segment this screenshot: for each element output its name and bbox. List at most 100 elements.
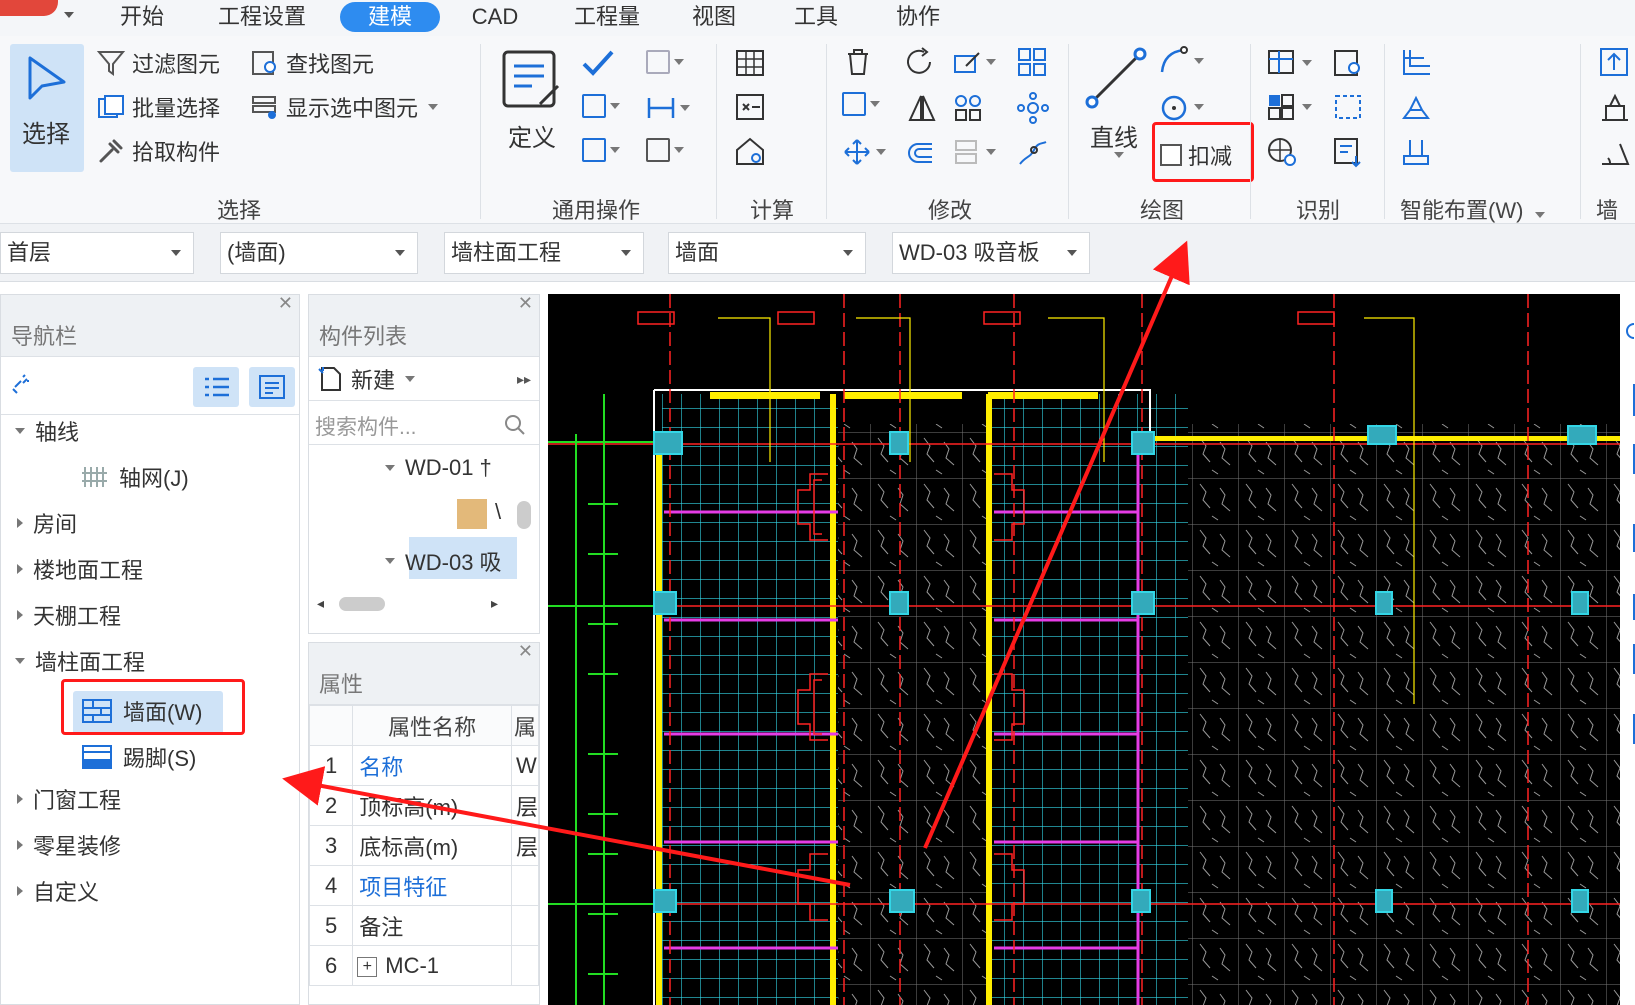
close-icon[interactable]: ✕ [278,293,293,314]
menu-collaborate[interactable]: 协作 [888,2,948,32]
menu-tools[interactable]: 工具 [786,2,846,32]
vertical-scrollbar[interactable] [517,501,531,529]
list-view-button[interactable] [193,367,239,407]
more-options-icon[interactable]: ▸▸ [513,363,535,395]
property-row[interactable]: 2 顶标高(m) 层 [309,785,539,826]
app-menu-caret-icon[interactable] [64,12,74,18]
expand-down-icon[interactable] [385,465,395,471]
rotate-icon[interactable] [904,46,938,78]
property-row-value[interactable]: 层 [510,785,539,826]
offset-curve-icon[interactable] [904,138,938,170]
mirror-button[interactable] [582,138,620,162]
tree-axis-grid[interactable]: 轴网(J) [81,461,189,493]
tree-room[interactable]: 房间 [17,507,77,539]
tree-ceiling-works[interactable]: 天棚工程 [17,599,121,631]
filter-elements-button[interactable]: 过滤图元 [96,47,220,79]
identify-export-icon[interactable] [1332,136,1366,168]
node-icon[interactable] [1016,92,1050,124]
identify-wall-button[interactable] [1266,92,1312,122]
delete-icon[interactable] [842,46,874,78]
menu-view[interactable]: 视图 [684,2,744,32]
line-button[interactable]: 直线 [1090,118,1138,153]
smart-layout-icon-2[interactable] [1400,92,1434,124]
property-row-name[interactable]: 名称 [352,745,512,786]
smart-layout-dropdown[interactable]: 智能布置(W) [1400,193,1546,225]
property-row-value[interactable] [510,945,539,986]
copy-element-button[interactable] [842,92,880,116]
tree-floor-works[interactable]: 楼地面工程 [17,553,143,585]
component-search-input[interactable]: 搜索构件... [309,403,539,445]
pin-sparkle-icon[interactable] [9,373,33,397]
component-item-wd01[interactable]: WD-01 † [385,455,492,481]
move-button[interactable] [842,138,886,166]
identify-globe-icon[interactable] [1266,136,1300,168]
calc-summary-icon[interactable] [734,92,768,124]
property-row[interactable]: 6 + MC-1 [309,945,539,986]
tree-misc-decoration[interactable]: 零星装修 [17,829,121,861]
type-dropdown[interactable]: 墙面 [668,232,866,274]
smart-layout-icon-1[interactable] [1400,46,1434,78]
floor-dropdown[interactable]: 首层 [0,232,194,274]
menu-cad[interactable]: CAD [460,2,530,32]
cad-drawing-canvas[interactable] [548,294,1620,1005]
expand-down-icon[interactable] [15,658,25,664]
arc-button[interactable] [1158,46,1204,76]
tree-door-window[interactable]: 门窗工程 [17,783,121,815]
select-region-icon[interactable] [1332,92,1366,124]
expand-plus-icon[interactable]: + [357,956,378,977]
measure-button[interactable] [646,94,690,122]
calc-table-icon[interactable] [734,48,768,80]
expand-right-icon[interactable] [17,886,23,896]
mirror-triangle-icon[interactable] [906,92,938,124]
split-icon[interactable] [952,92,984,124]
find-elements-button[interactable]: 查找图元 [250,47,374,79]
new-component-button[interactable]: 新建 [317,363,416,395]
stretch-icon[interactable] [1016,138,1050,170]
menu-quantity[interactable]: 工程量 [562,2,652,32]
component-item-wd03[interactable]: WD-03 吸 [385,545,502,577]
batch-select-button[interactable]: 批量选择 [96,91,220,123]
smart-layout-icon-3[interactable] [1400,136,1434,168]
category-dropdown[interactable]: (墙面) [220,232,418,274]
define-button[interactable]: 定义 [508,118,556,153]
identify-grid-button[interactable] [1266,48,1312,78]
property-row[interactable]: 3 底标高(m) 层 [309,825,539,866]
line-caret-icon[interactable] [1114,152,1124,158]
component-dropdown[interactable]: WD-03 吸音板 [892,232,1090,274]
close-icon[interactable]: ✕ [518,643,533,662]
search-icon[interactable] [503,413,527,437]
copy-button[interactable] [582,94,620,118]
property-row[interactable]: 4 项目特征 [309,865,539,906]
wall-top-icon[interactable] [1598,46,1632,78]
property-row[interactable]: 5 备注 [309,905,539,946]
expand-right-icon[interactable] [17,610,23,620]
property-row-value[interactable] [510,905,539,946]
copy-to-floors-button[interactable] [646,50,684,74]
tree-skirting[interactable]: 踢脚(S) [81,741,196,773]
close-icon[interactable]: ✕ [518,293,533,314]
menu-project-settings[interactable]: 工程设置 [206,2,318,32]
element-settings-button[interactable] [646,138,684,162]
checkmark-icon[interactable] [580,48,616,78]
identify-find-icon[interactable] [1332,48,1366,80]
property-row-value[interactable]: W [510,745,539,786]
align-button[interactable] [952,138,996,166]
array-icon[interactable] [1016,46,1050,78]
offset-button[interactable] [952,48,996,76]
wall-angle-icon[interactable] [1598,136,1632,168]
circle-button[interactable] [1158,92,1204,122]
detail-view-button[interactable] [249,367,295,407]
expand-right-icon[interactable] [17,794,23,804]
expand-right-icon[interactable] [17,518,23,528]
discipline-dropdown[interactable]: 墙柱面工程 [444,232,644,274]
calc-building-icon[interactable] [734,136,768,168]
menu-modeling[interactable]: 建模 [340,2,440,32]
horizontal-scrollbar[interactable] [339,597,385,611]
property-row[interactable]: 1 名称 W [309,745,539,786]
show-selected-caret-icon[interactable] [428,104,439,110]
expand-right-icon[interactable] [17,840,23,850]
expand-down-icon[interactable] [15,428,25,434]
property-row-value[interactable] [510,865,539,906]
tree-wall-column-works[interactable]: 墙柱面工程 [15,645,145,677]
expand-right-icon[interactable] [17,564,23,574]
